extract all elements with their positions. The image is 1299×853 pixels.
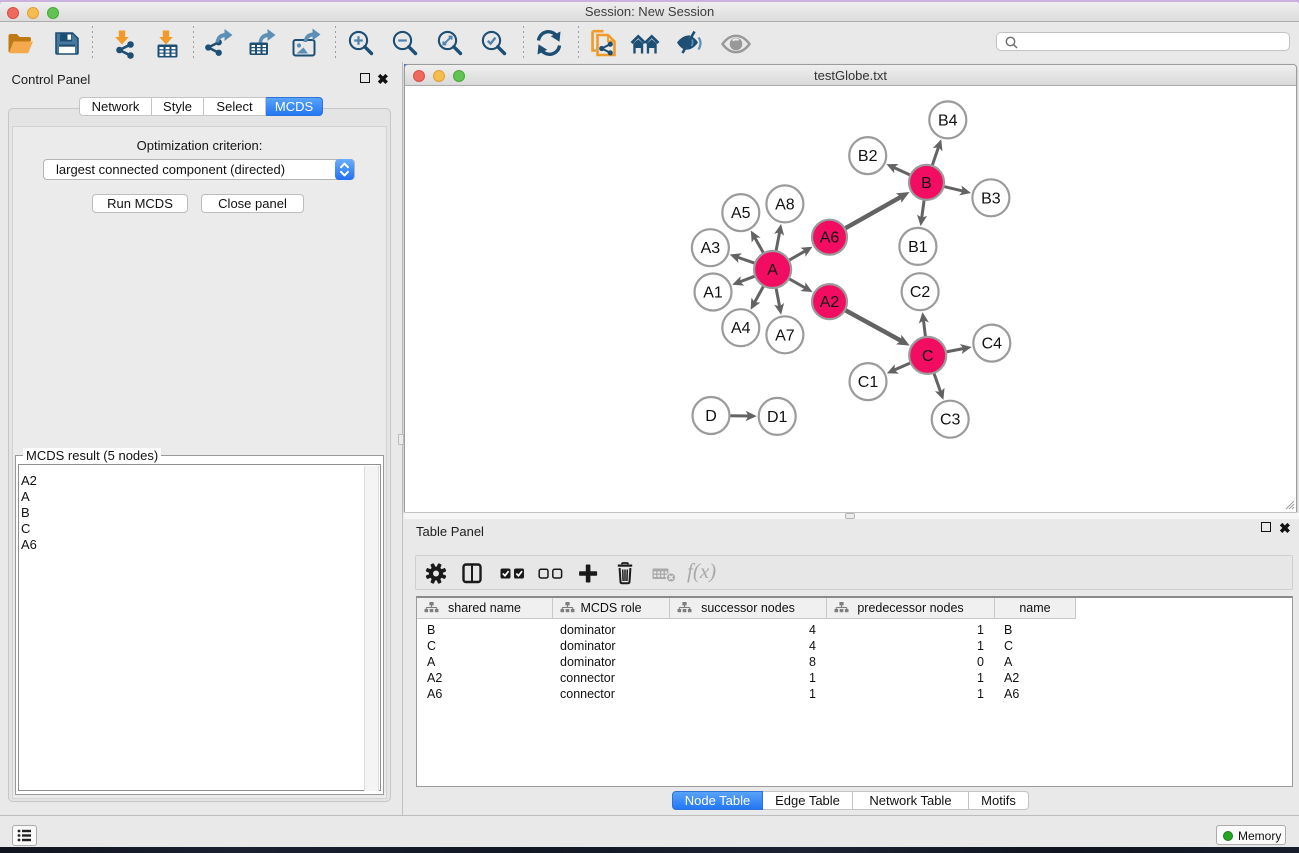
svg-text:A5: A5 xyxy=(731,205,751,222)
svg-text:C2: C2 xyxy=(910,284,931,301)
svg-text:A8: A8 xyxy=(775,196,795,213)
svg-text:D1: D1 xyxy=(767,409,788,426)
svg-text:B3: B3 xyxy=(981,190,1001,207)
svg-text:A6: A6 xyxy=(820,230,840,247)
svg-text:C: C xyxy=(922,348,934,365)
svg-text:D: D xyxy=(705,408,717,425)
svg-text:A3: A3 xyxy=(701,240,721,257)
svg-text:C3: C3 xyxy=(940,412,961,429)
svg-text:C1: C1 xyxy=(858,374,879,391)
svg-text:B: B xyxy=(921,175,932,192)
svg-text:A1: A1 xyxy=(703,285,723,302)
svg-text:B1: B1 xyxy=(908,239,928,256)
svg-text:B4: B4 xyxy=(938,112,958,129)
svg-text:A7: A7 xyxy=(775,327,795,344)
svg-text:A2: A2 xyxy=(820,294,840,311)
svg-text:A: A xyxy=(767,262,778,279)
svg-text:C4: C4 xyxy=(982,336,1003,353)
svg-text:B2: B2 xyxy=(858,148,878,165)
svg-text:A4: A4 xyxy=(731,320,751,337)
